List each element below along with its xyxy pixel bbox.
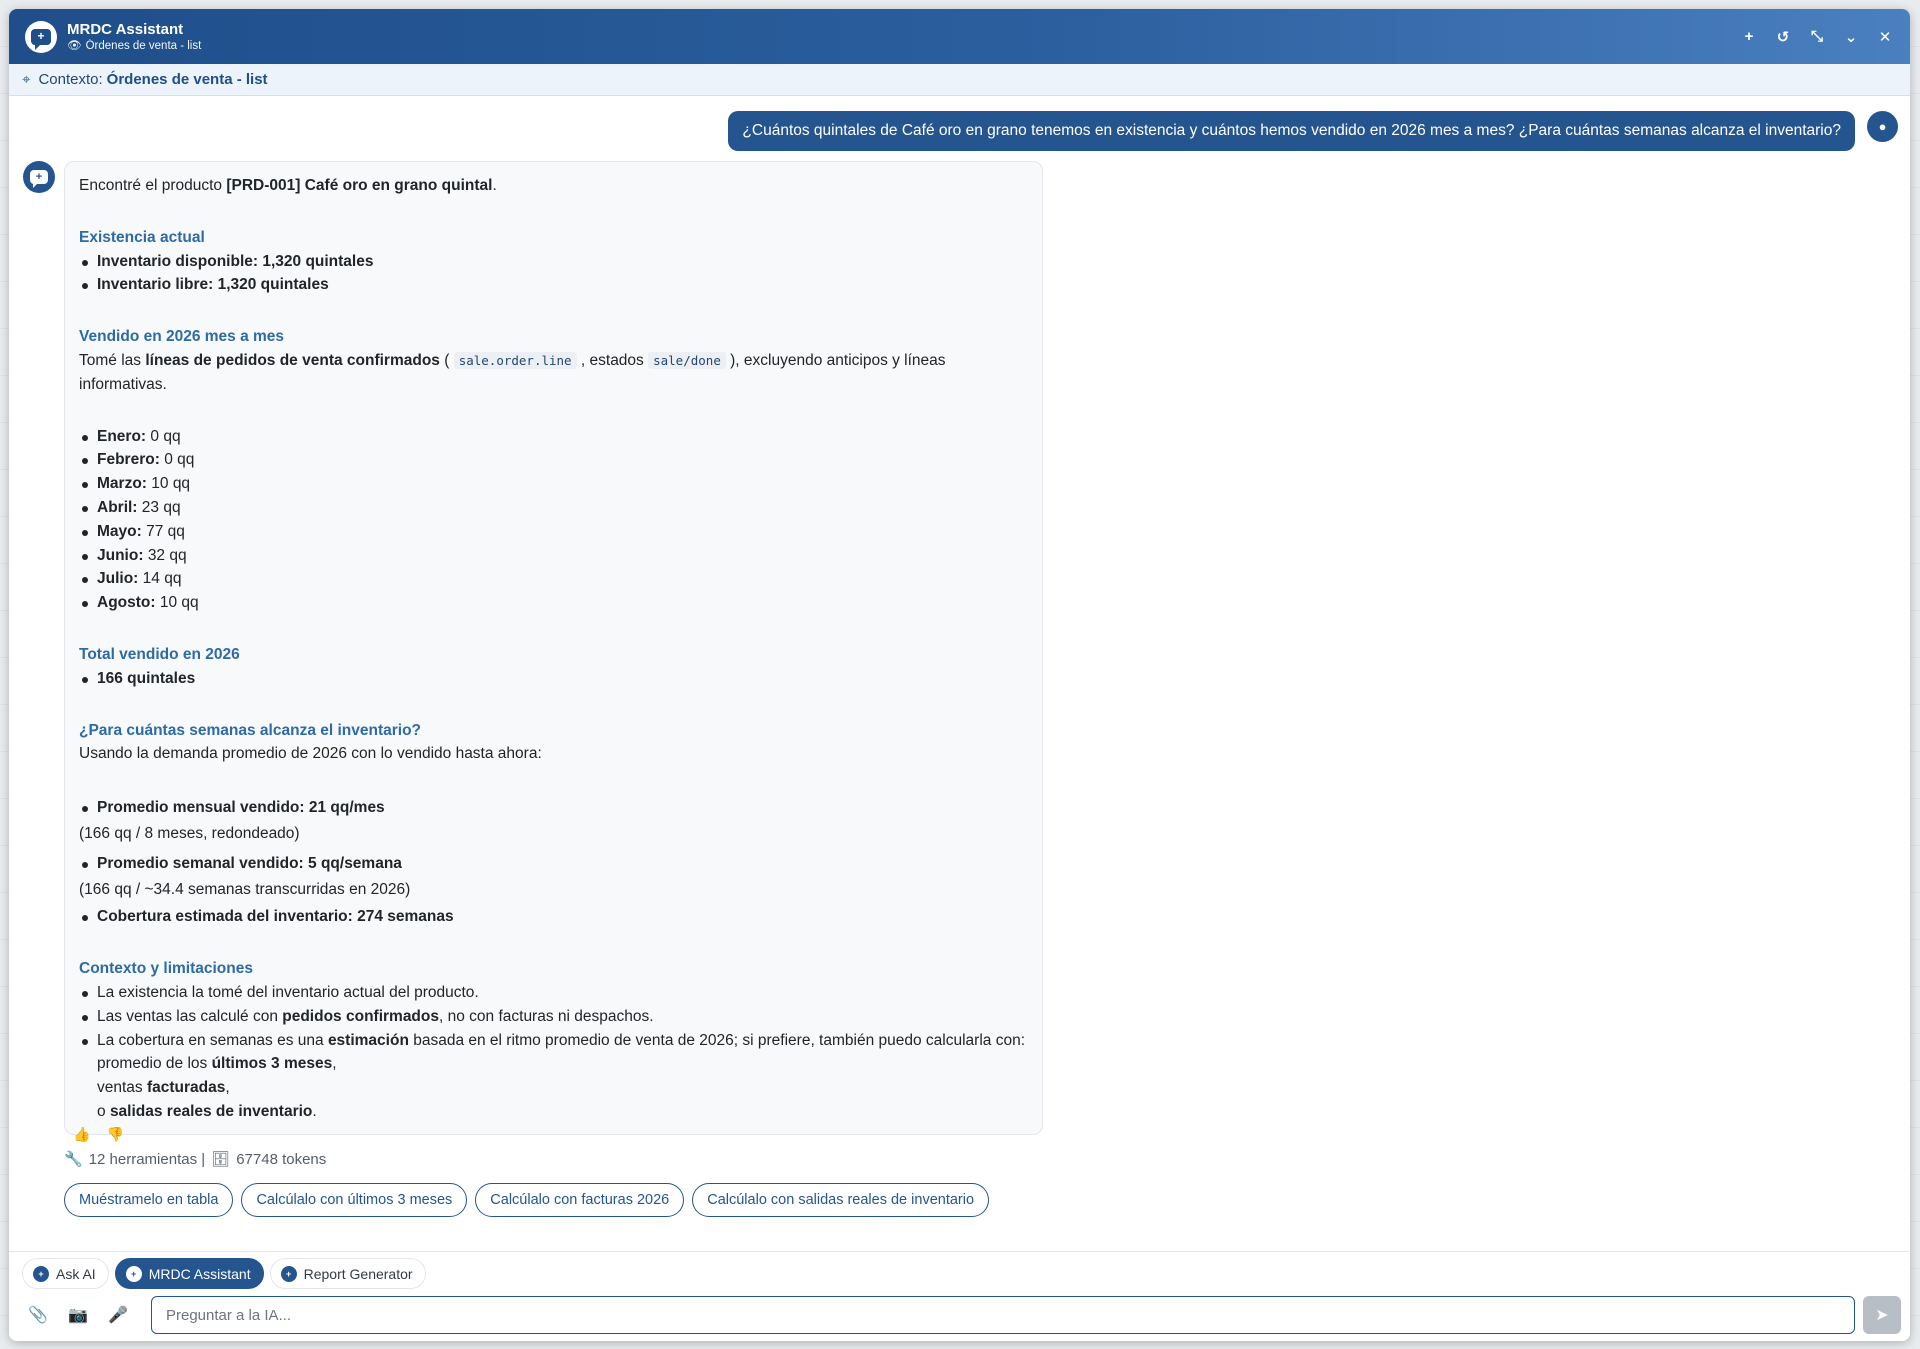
assistant-header: + MRDC Assistant 👁 Órdenes de venta - li…: [9, 9, 1910, 64]
suggestion-invoices-2026[interactable]: Calcúlalo con facturas 2026: [475, 1183, 685, 1217]
suggestion-table[interactable]: Muéstramelo en tabla: [64, 1183, 234, 1217]
assistant-message: Encontré el producto [PRD-001] Café oro …: [64, 161, 1043, 1135]
assistant-logo-icon: +: [25, 20, 57, 53]
prompt-input[interactable]: [151, 1296, 1855, 1334]
close-icon[interactable]: ✕: [1874, 26, 1896, 48]
usage-stats: 🔧 12 herramientas | 🗄 67748 tokens: [64, 1150, 327, 1169]
paperclip-icon[interactable]: 📎: [27, 1304, 49, 1326]
section-heading-coverage: ¿Para cuántas semanas alcanza el inventa…: [79, 721, 422, 739]
send-icon[interactable]: ➤: [1863, 1296, 1901, 1334]
suggestion-inventory-outputs[interactable]: Calcúlalo con salidas reales de inventar…: [692, 1183, 990, 1217]
context-bar: ⌖ Contexto: Órdenes de venta - list: [9, 64, 1910, 96]
monthly-description: Tomé las líneas de pedidos de venta conf…: [79, 351, 946, 393]
tools-count: 12 herramientas |: [88, 1150, 206, 1168]
user-message-row: ¿Cuántos quintales de Café oro en grano …: [728, 111, 1898, 151]
list-item: Promedio semanal vendido: 5 qq/semana: [79, 852, 1028, 876]
chat-icon: +: [125, 1265, 142, 1282]
list-item: Inventario disponible: 1,320 quintales: [79, 250, 1028, 274]
plus-icon[interactable]: +: [1738, 26, 1760, 48]
list-item: Mayo: 77 qq: [79, 520, 1028, 544]
list-item: La cobertura en semanas es una estimació…: [79, 1029, 1028, 1053]
list-item: Agosto: 10 qq: [79, 591, 1028, 615]
chat-area[interactable]: ¿Cuántos quintales de Café oro en grano …: [9, 96, 1910, 1251]
assistant-title: MRDC Assistant: [67, 20, 184, 38]
list-item: Junio: 32 qq: [79, 544, 1028, 568]
assistant-avatar-icon: +: [23, 161, 55, 193]
coverage-description: Usando la demanda promedio de 2026 con l…: [79, 745, 542, 763]
database-icon: 🗄: [211, 1151, 231, 1168]
stock-list: Inventario disponible: 1,320 quintales I…: [79, 250, 1028, 298]
compress-icon[interactable]: ⤡: [1806, 26, 1828, 48]
list-item: Las ventas las calculé con pedidos confi…: [79, 1005, 1028, 1029]
tokens-count: 67748 tokens: [236, 1150, 327, 1168]
section-heading-limits: Contexto y limitaciones: [79, 960, 253, 978]
section-heading-stock: Existencia actual: [79, 228, 205, 246]
user-avatar-icon: ●: [1867, 111, 1898, 142]
thumbs-up-icon[interactable]: 👍: [73, 1126, 90, 1143]
section-heading-total: Total vendido en 2026: [79, 645, 240, 663]
eye-icon: 👁: [67, 39, 82, 52]
wrench-icon: 🔧: [64, 1151, 83, 1168]
list-item: Enero: 0 qq: [79, 425, 1028, 449]
list-item: promedio de los últimos 3 meses,: [97, 1055, 337, 1073]
product-name: [PRD-001] Café oro en grano quintal: [226, 177, 493, 194]
thumbs-down-icon[interactable]: 👎: [106, 1126, 123, 1143]
user-message: ¿Cuántos quintales de Café oro en grano …: [728, 111, 1855, 151]
suggestion-last-3-months[interactable]: Calcúlalo con últimos 3 meses: [241, 1183, 468, 1217]
context-label: Contexto:: [38, 71, 103, 88]
list-item: Inventario libre: 1,320 quintales: [79, 273, 1028, 297]
list-item: Julio: 14 qq: [79, 567, 1028, 591]
list-item: Cobertura estimada del inventario: 274 s…: [79, 905, 1028, 929]
feedback-buttons: 👍 👎: [73, 1126, 124, 1143]
list-item: o salidas reales de inventario.: [97, 1102, 317, 1120]
microphone-icon[interactable]: 🎤: [107, 1304, 129, 1326]
weekly-average-note: (166 qq / ~34.4 semanas transcurridas en…: [79, 880, 411, 898]
monthly-sales-list: Enero: 0 qq Febrero: 0 qq Marzo: 10 qq A…: [79, 425, 1028, 615]
list-item: Abril: 23 qq: [79, 496, 1028, 520]
list-item: Marzo: 10 qq: [79, 472, 1028, 496]
context-value[interactable]: Órdenes de venta - list: [107, 71, 268, 88]
history-icon[interactable]: ↺: [1772, 26, 1794, 48]
assistant-panel: + MRDC Assistant 👁 Órdenes de venta - li…: [9, 9, 1910, 1341]
chat-icon: +: [280, 1265, 297, 1282]
list-item: La existencia la tomé del inventario act…: [79, 981, 1028, 1005]
composer: 📎 📷 🎤 ➤: [9, 1295, 1910, 1341]
assistant-subtitle: Órdenes de venta - list: [85, 39, 202, 52]
tab-ask-ai[interactable]: + Ask AI: [22, 1258, 109, 1289]
tab-mrdc-assistant[interactable]: + MRDC Assistant: [114, 1258, 264, 1289]
list-item: Febrero: 0 qq: [79, 448, 1028, 472]
tab-report-generator[interactable]: + Report Generator: [269, 1258, 426, 1289]
list-item: Promedio mensual vendido: 21 qq/mes: [79, 796, 1028, 820]
section-heading-monthly: Vendido en 2026 mes a mes: [79, 328, 285, 346]
chevron-down-icon[interactable]: ⌄: [1840, 26, 1862, 48]
assistant-tabs: + Ask AI + MRDC Assistant + Report Gener…: [9, 1251, 1910, 1295]
suggestion-chips: Muéstramelo en tabla Calcúlalo con últim…: [64, 1183, 990, 1217]
crosshair-icon: ⌖: [22, 71, 31, 88]
list-item: ventas facturadas,: [97, 1079, 230, 1097]
monthly-average-note: (166 qq / 8 meses, redondeado): [79, 824, 300, 842]
limits-list: La existencia la tomé del inventario act…: [79, 981, 1028, 1124]
chat-icon: +: [33, 1265, 49, 1282]
list-item: 166 quintales: [79, 667, 1028, 691]
camera-icon[interactable]: 📷: [67, 1304, 89, 1326]
